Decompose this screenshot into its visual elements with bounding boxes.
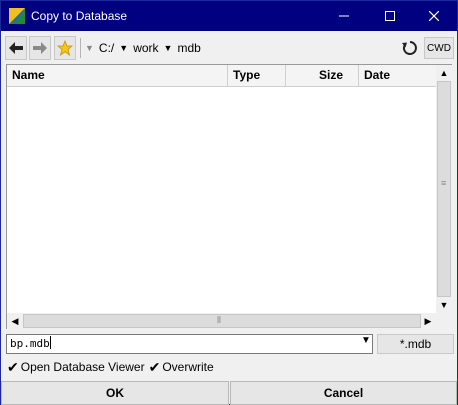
close-button[interactable] xyxy=(411,1,457,31)
scroll-right-icon[interactable]: ▶ xyxy=(420,313,436,329)
horizontal-scroll-thumb[interactable]: ⦀ xyxy=(23,314,421,328)
options-row: ✔ Open Database Viewer ✔ Overwrite xyxy=(7,358,218,376)
back-arrow-icon xyxy=(9,42,23,54)
app-icon xyxy=(9,8,25,24)
refresh-icon[interactable] xyxy=(401,39,419,57)
open-viewer-checkbox[interactable]: ✔ Open Database Viewer xyxy=(7,360,145,374)
path-segment-work[interactable]: work xyxy=(133,41,158,55)
forward-arrow-icon xyxy=(33,42,47,54)
overwrite-label: Overwrite xyxy=(162,360,214,374)
column-header-name[interactable]: Name xyxy=(7,65,228,86)
cancel-button[interactable]: Cancel xyxy=(230,381,457,405)
horizontal-scrollbar[interactable]: ◀ ⦀ ▶ xyxy=(7,313,436,329)
title-bar[interactable]: Copy to Database xyxy=(1,1,457,31)
path-breadcrumb: ▼ C:/ ▼ work ▼ mdb xyxy=(85,36,201,60)
overwrite-checkbox[interactable]: ✔ Overwrite xyxy=(149,360,214,374)
maximize-button[interactable] xyxy=(367,1,413,31)
file-list-header: Name Type Size Date xyxy=(7,65,436,87)
cwd-button[interactable]: CWD xyxy=(424,37,454,59)
open-viewer-label: Open Database Viewer xyxy=(20,360,145,374)
path-segment-drive[interactable]: C:/ xyxy=(99,41,114,55)
minimize-icon xyxy=(339,15,349,17)
window-title: Copy to Database xyxy=(31,9,128,23)
forward-button[interactable] xyxy=(29,36,51,60)
checkmark-icon: ✔ xyxy=(148,359,161,375)
scroll-up-icon[interactable]: ▲ xyxy=(436,65,452,81)
grip-icon: ⦀ xyxy=(217,315,221,325)
star-icon xyxy=(57,40,73,56)
chevron-down-icon[interactable]: ▼ xyxy=(164,43,173,53)
file-list[interactable]: Name Type Size Date ▲ ≡ ▼ ◀ ⦀ ▶ xyxy=(6,64,452,329)
vertical-scroll-thumb[interactable]: ≡ xyxy=(437,81,451,297)
scroll-down-icon[interactable]: ▼ xyxy=(436,297,452,313)
copy-to-database-dialog: Copy to Database ▼ C:/ ▼ work ▼ mdb CWD … xyxy=(0,0,458,405)
column-header-size[interactable]: Size xyxy=(286,65,359,86)
chevron-down-icon[interactable]: ▼ xyxy=(119,43,128,53)
chevron-down-icon[interactable]: ▼ xyxy=(361,335,371,346)
scroll-left-icon[interactable]: ◀ xyxy=(7,313,23,329)
favorites-button[interactable] xyxy=(54,36,76,60)
column-header-date[interactable]: Date xyxy=(359,65,436,86)
checkmark-icon: ✔ xyxy=(7,359,19,375)
file-filter-button[interactable]: *.mdb xyxy=(377,334,454,354)
text-caret xyxy=(49,336,51,349)
path-segment-mdb[interactable]: mdb xyxy=(177,41,200,55)
column-header-type[interactable]: Type xyxy=(228,65,286,86)
grip-icon: ≡ xyxy=(441,178,447,188)
path-root-dropdown-icon[interactable]: ▼ xyxy=(85,43,94,53)
maximize-icon xyxy=(385,11,395,21)
vertical-scrollbar[interactable]: ▲ ≡ ▼ xyxy=(436,65,452,313)
filename-input[interactable]: bp.mdb xyxy=(6,334,373,354)
filename-value: bp.mdb xyxy=(10,337,50,350)
close-icon xyxy=(429,11,439,21)
back-button[interactable] xyxy=(5,36,27,60)
scrollbar-corner xyxy=(436,313,452,329)
ok-button[interactable]: OK xyxy=(1,381,229,405)
navigation-toolbar: ▼ C:/ ▼ work ▼ mdb CWD xyxy=(5,36,454,60)
toolbar-separator xyxy=(80,38,81,58)
minimize-button[interactable] xyxy=(321,1,367,31)
